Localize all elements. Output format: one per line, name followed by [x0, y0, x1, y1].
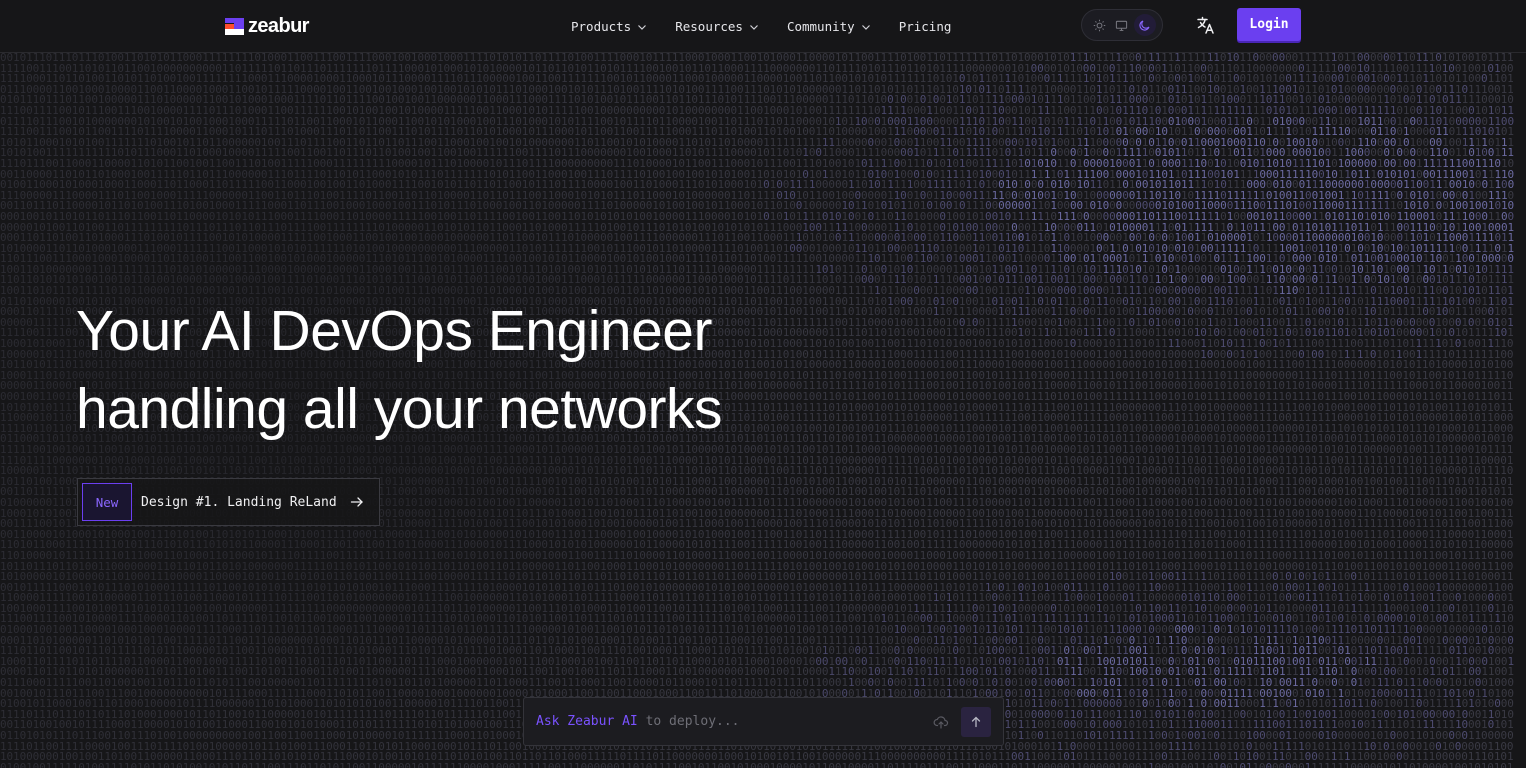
zeabur-logo-mark — [225, 17, 244, 35]
nav-label: Products — [571, 19, 632, 34]
nav-community[interactable]: Community — [787, 19, 871, 34]
zeabur-logo[interactable]: zeabur — [225, 14, 309, 37]
nav-label: Community — [786, 19, 855, 34]
ask-ai-rest-text: to deploy... — [637, 714, 740, 729]
ask-ai-accent-text: Ask Zeabur AI — [536, 714, 638, 729]
nav-label: Pricing — [898, 19, 952, 34]
moon-icon — [1139, 20, 1150, 31]
ask-ai-placeholder: Ask Zeabur AI to deploy... — [536, 714, 933, 729]
hero-line-1: Your AI DevOps Engineer — [76, 299, 712, 363]
nav-label: Resources — [675, 19, 743, 34]
announcement-text: Design #1. Landing ReLand — [141, 494, 337, 510]
hero-headline: Your AI DevOps Engineer handling all you… — [76, 292, 723, 448]
main-nav: Products Resources Community Pricing — [571, 0, 979, 53]
nav-products[interactable]: Products — [571, 19, 647, 34]
translate-icon[interactable] — [1196, 15, 1216, 35]
cloud-upload-icon[interactable] — [933, 714, 949, 730]
top-navbar: zeabur Products Resources Community Pric… — [0, 0, 1526, 53]
chevron-down-icon — [750, 24, 758, 30]
monitor-icon — [1116, 20, 1128, 31]
hero-line-2: handling all your networks — [76, 377, 723, 441]
ask-ai-input[interactable]: Ask Zeabur AI to deploy... — [523, 697, 1004, 746]
chevron-down-icon — [638, 24, 647, 30]
nav-resources[interactable]: Resources — [675, 19, 759, 34]
theme-toggle — [1081, 9, 1163, 41]
sun-icon — [1093, 19, 1106, 31]
theme-dark-button[interactable] — [1133, 14, 1156, 36]
theme-light-button[interactable] — [1088, 14, 1110, 36]
brand-name: zeabur — [248, 14, 309, 37]
login-button[interactable]: Login — [1237, 8, 1301, 41]
arrow-right-icon — [350, 497, 363, 507]
theme-system-button[interactable] — [1111, 14, 1133, 36]
nav-pricing[interactable]: Pricing — [899, 19, 952, 34]
send-button[interactable] — [961, 706, 991, 737]
new-badge: New — [82, 483, 132, 521]
announcement-banner[interactable]: New Design #1. Landing ReLand — [77, 478, 380, 526]
arrow-up-icon — [971, 716, 981, 727]
chevron-down-icon — [861, 24, 870, 30]
